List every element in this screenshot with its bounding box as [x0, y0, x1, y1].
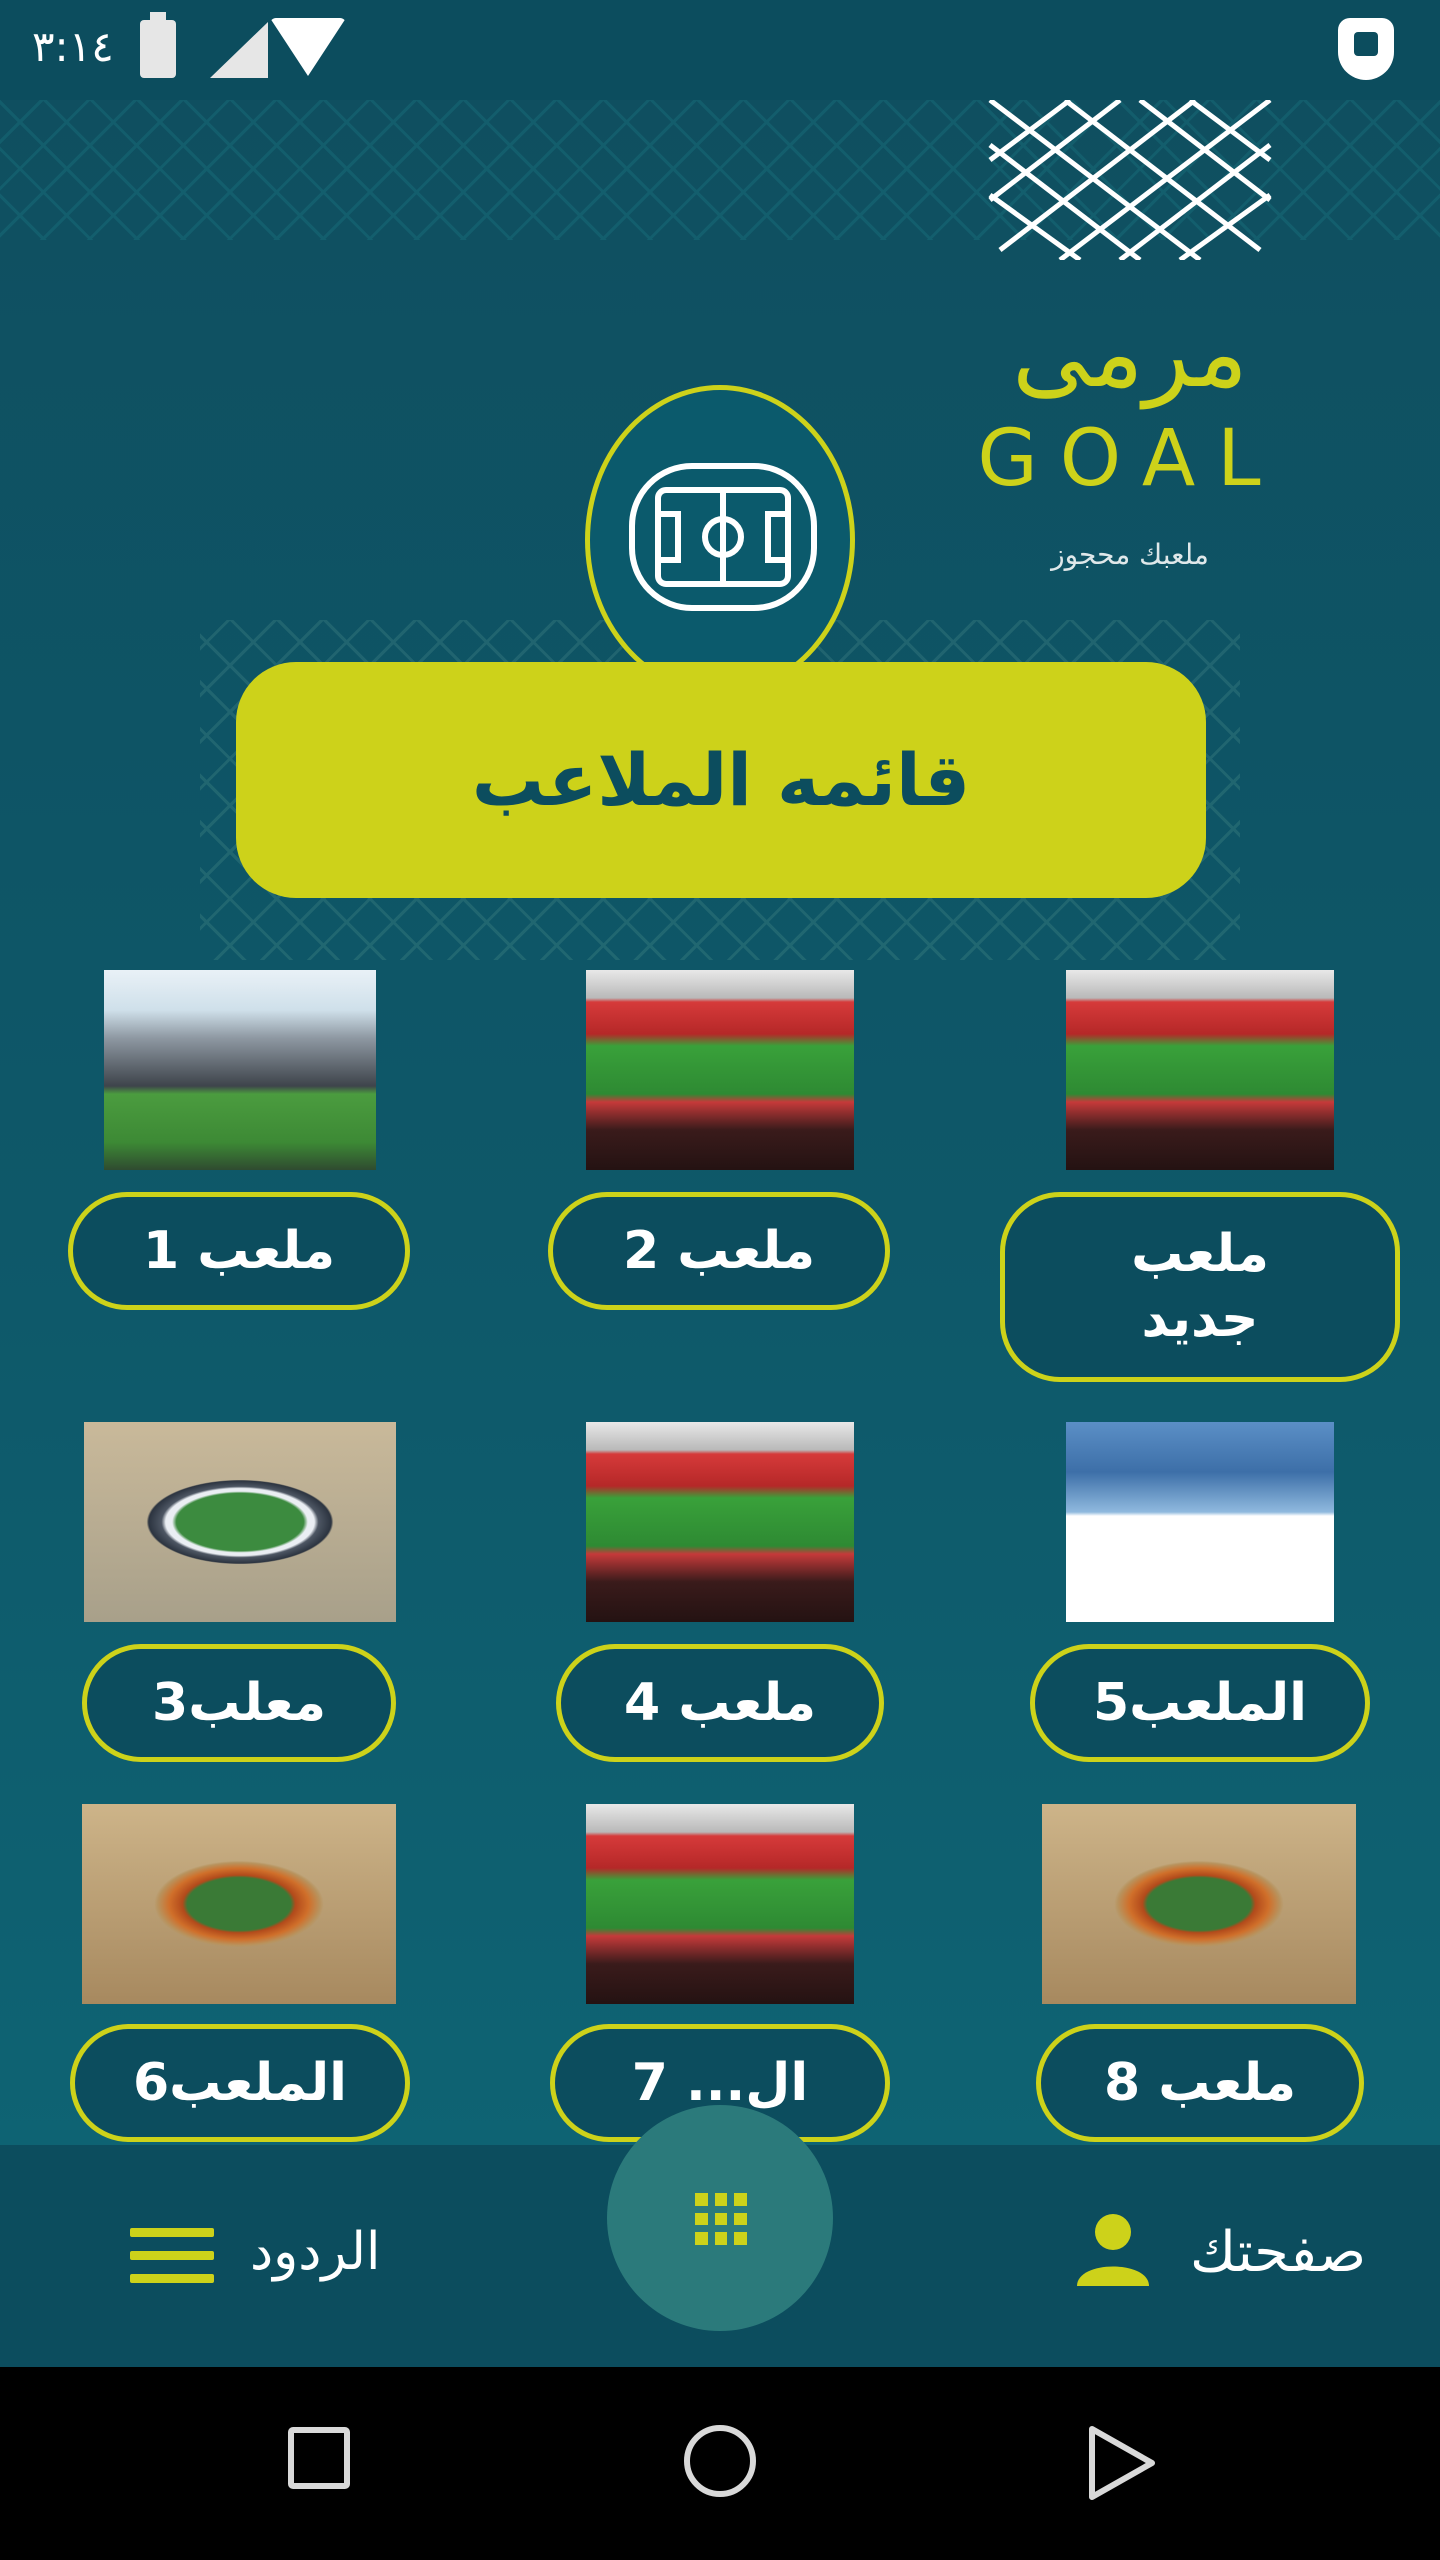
home-circle-icon[interactable] — [684, 2425, 756, 2497]
nav-replies-label[interactable]: الردود — [250, 2222, 380, 2282]
cell-signal-icon — [210, 22, 268, 78]
shield-icon — [1338, 18, 1394, 80]
person-icon[interactable] — [1075, 2210, 1151, 2286]
stadium-image[interactable] — [82, 1804, 396, 2004]
battery-charging-icon — [140, 12, 176, 78]
stadium-image[interactable] — [104, 970, 376, 1170]
logo-arabic-text: مرمى — [1012, 297, 1248, 409]
stadium-button-4[interactable]: ملعب 4 — [556, 1644, 884, 1762]
field-badge — [585, 385, 855, 695]
stadiums-list-banner: قائمه الملاعب — [236, 662, 1206, 898]
football-field-icon — [629, 463, 817, 611]
stadium-button-new[interactable]: ملعب جديد — [1000, 1192, 1400, 1382]
stadium-button-6[interactable]: الملعب6 — [70, 2024, 410, 2142]
stadium-image[interactable] — [586, 1804, 854, 2004]
menu-icon[interactable] — [130, 2228, 214, 2284]
status-bar: ٣:١٤ — [0, 0, 1440, 100]
grid-fab-button[interactable] — [607, 2105, 833, 2331]
stadium-image[interactable] — [84, 1422, 396, 1622]
stadium-button-3[interactable]: معلب3 — [82, 1644, 396, 1762]
stadium-image[interactable] — [1042, 1804, 1356, 2004]
back-triangle-icon[interactable] — [1086, 2423, 1158, 2503]
stadium-button-1[interactable]: ملعب 1 — [68, 1192, 410, 1310]
stadium-image[interactable] — [1066, 970, 1334, 1170]
stadium-button-2[interactable]: ملعب 2 — [548, 1192, 890, 1310]
wifi-icon — [270, 18, 346, 76]
status-time: ٣:١٤ — [32, 22, 114, 71]
banner-title: قائمه الملاعب — [471, 738, 971, 822]
logo-latin-text: GOAL — [977, 414, 1283, 504]
stadium-image[interactable] — [1066, 1422, 1334, 1622]
nav-profile-label[interactable]: صفحتك — [1190, 2220, 1366, 2285]
goal-net-icon — [988, 100, 1272, 260]
stadium-button-8[interactable]: ملعب 8 — [1036, 2024, 1364, 2142]
recents-square-icon[interactable] — [288, 2427, 350, 2489]
grid-icon — [695, 2193, 747, 2245]
app-logo: مرمى GOAL ملعبك محجوز — [960, 100, 1300, 571]
stadium-image[interactable] — [586, 1422, 854, 1622]
logo-tagline: ملعبك محجوز — [1051, 538, 1209, 571]
stadium-image[interactable] — [586, 970, 854, 1170]
system-navigation-bar — [0, 2367, 1440, 2560]
stadium-button-5[interactable]: الملعب5 — [1030, 1644, 1370, 1762]
